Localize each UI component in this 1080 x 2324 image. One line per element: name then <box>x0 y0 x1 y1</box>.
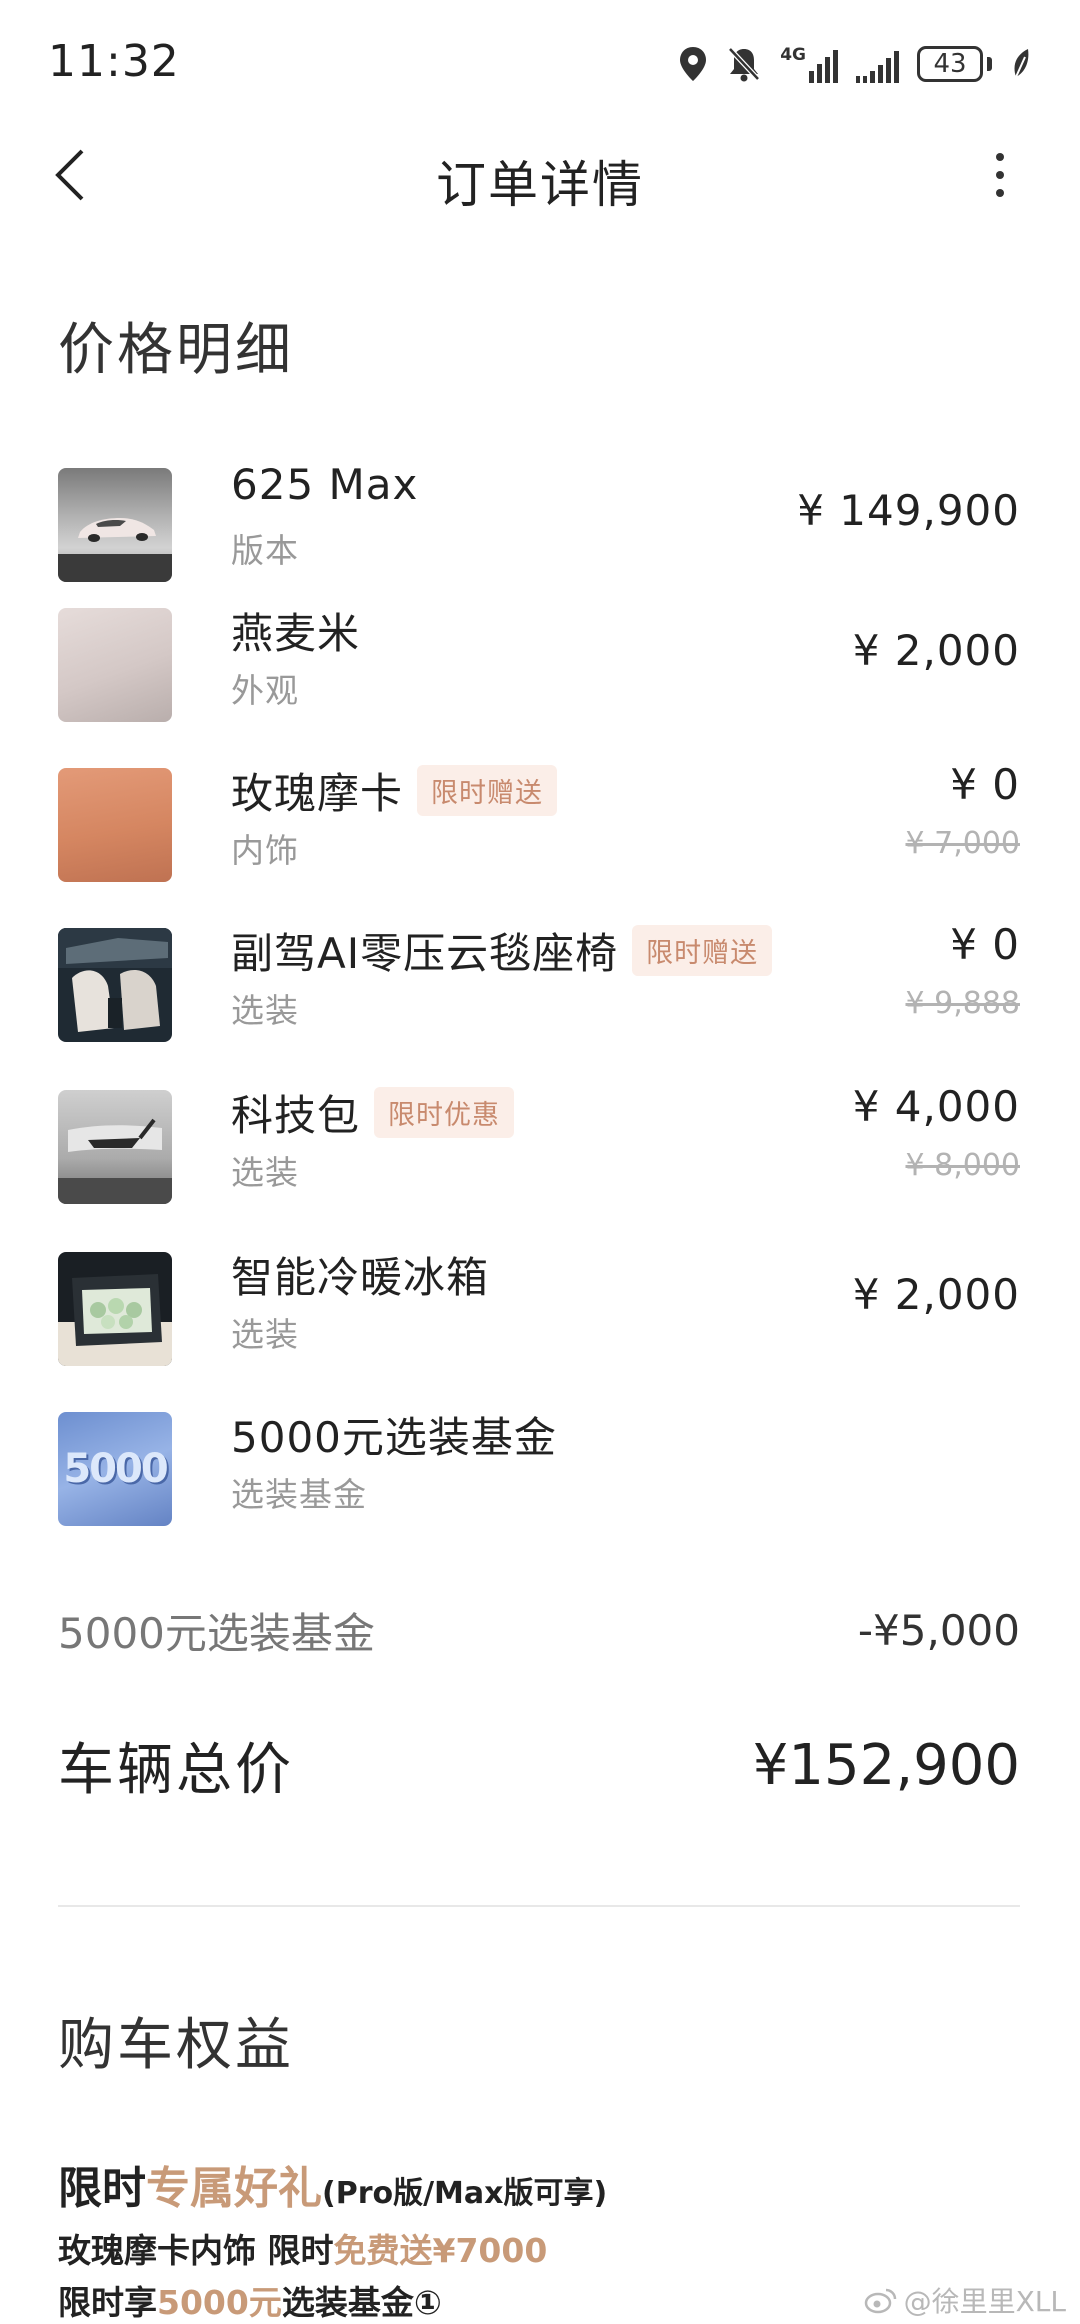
fund-thumbnail-text: 5000 <box>63 1446 168 1492</box>
promo-tag: 限时赠送 <box>632 925 773 976</box>
total-value: ¥152,900 <box>752 1733 1020 1798</box>
option-fund-deduction-row: 5000元选装基金 -¥5,000 <box>58 1600 1020 1661</box>
item-category: 选装基金 <box>231 1475 367 1514</box>
original-price: ¥ 8,000 <box>905 1148 1020 1183</box>
item-name: 燕麦米 <box>231 609 361 658</box>
battery-indicator: 43 <box>917 46 992 82</box>
location-icon <box>680 47 707 81</box>
item-name: 副驾AI零压云毯座椅 限时赠送 <box>231 920 773 981</box>
page-title: 订单详情 <box>436 156 644 214</box>
more-options-button[interactable] <box>980 147 1020 203</box>
price-item-exterior: 燕麦米 外观 ¥ 2,000 <box>0 608 1080 768</box>
exterior-color-swatch <box>58 608 172 722</box>
item-category: 版本 <box>231 531 299 570</box>
signal-4g-icon: 4G <box>780 45 838 83</box>
fund-value: -¥5,000 <box>857 1606 1020 1655</box>
item-category: 内饰 <box>231 831 299 870</box>
price-item-tech-pack: 科技包 限时优惠 选装 ¥ 4,000 ¥ 8,000 <box>0 1082 1080 1250</box>
car-thumbnail <box>58 468 172 582</box>
item-price: ¥ 4,000 <box>852 1082 1020 1131</box>
item-name: 智能冷暖冰箱 <box>231 1253 490 1302</box>
item-name: 5000元选装基金 <box>231 1413 557 1462</box>
option-fund-thumbnail: 5000 <box>58 1412 172 1526</box>
interior-color-swatch <box>58 768 172 882</box>
item-category: 外观 <box>231 671 299 710</box>
item-price: ¥ 149,900 <box>797 486 1020 535</box>
watermark: @徐里里XLL <box>864 2280 1066 2320</box>
vehicle-total-row: 车辆总价 ¥152,900 <box>58 1725 1020 1806</box>
status-icons: 4G 43 <box>678 40 1032 88</box>
item-name: 科技包 限时优惠 <box>231 1082 515 1143</box>
fridge-thumbnail <box>58 1252 172 1366</box>
more-dot-icon <box>996 171 1004 179</box>
weibo-icon <box>864 2288 896 2314</box>
tech-pack-thumbnail <box>58 1090 172 1204</box>
navigation-bar: 订单详情 <box>0 125 1080 225</box>
item-name: 玫瑰摩卡 限时赠送 <box>231 760 558 821</box>
seat-thumbnail <box>58 928 172 1042</box>
price-item-interior: 玫瑰摩卡 限时赠送 内饰 ¥ 0 ¥ 7,000 <box>0 760 1080 928</box>
status-bar: 11:32 4G 43 <box>0 0 1080 125</box>
benefits-section-title: 购车权益 <box>58 2013 294 2078</box>
battery-level: 43 <box>917 46 983 82</box>
watermark-text: @徐里里XLL <box>903 2285 1066 2318</box>
price-item-option-fund: 5000 5000元选装基金 选装基金 <box>0 1412 1080 1572</box>
item-category: 选装 <box>231 991 299 1030</box>
item-price: ¥ 2,000 <box>852 626 1020 675</box>
item-price: ¥ 0 <box>950 920 1020 969</box>
status-time: 11:32 <box>48 36 180 87</box>
signal-icon <box>856 45 899 83</box>
more-dot-icon <box>996 153 1004 161</box>
leaf-icon <box>1014 49 1029 78</box>
more-dot-icon <box>996 189 1004 197</box>
item-name: 625 Max <box>231 460 419 509</box>
item-category: 选装 <box>231 1315 299 1354</box>
price-section-title: 价格明细 <box>58 318 294 383</box>
item-price: ¥ 2,000 <box>852 1270 1020 1319</box>
price-item-version: 625 Max 版本 ¥ 149,900 <box>0 460 1080 628</box>
benefit-headline: 限时专属好礼(Pro版/Max版可享) <box>58 2163 608 2214</box>
benefit-option-fund: 限时享5000元选装基金① <box>58 2283 442 2322</box>
item-category: 选装 <box>231 1153 299 1192</box>
promo-tag: 限时赠送 <box>417 765 558 816</box>
mute-bell-icon <box>728 47 761 82</box>
network-label: 4G <box>780 45 806 65</box>
original-price: ¥ 9,888 <box>905 986 1020 1021</box>
price-item-fridge: 智能冷暖冰箱 选装 ¥ 2,000 <box>0 1252 1080 1412</box>
fund-label: 5000元选装基金 <box>58 1609 375 1658</box>
benefit-interior-gift: 玫瑰摩卡内饰 限时免费送¥7000 <box>58 2231 548 2270</box>
item-price: ¥ 0 <box>950 760 1020 809</box>
price-item-seat-option: 副驾AI零压云毯座椅 限时赠送 选装 ¥ 0 ¥ 9,888 <box>0 920 1080 1088</box>
promo-tag: 限时优惠 <box>374 1087 515 1138</box>
total-label: 车辆总价 <box>58 1738 294 1803</box>
section-divider <box>58 1905 1020 1907</box>
order-detail-page: 11:32 4G 43 订单详情 价格明细 625 Max 版本 ¥ 149,9… <box>0 0 1080 2324</box>
original-price: ¥ 7,000 <box>905 826 1020 861</box>
